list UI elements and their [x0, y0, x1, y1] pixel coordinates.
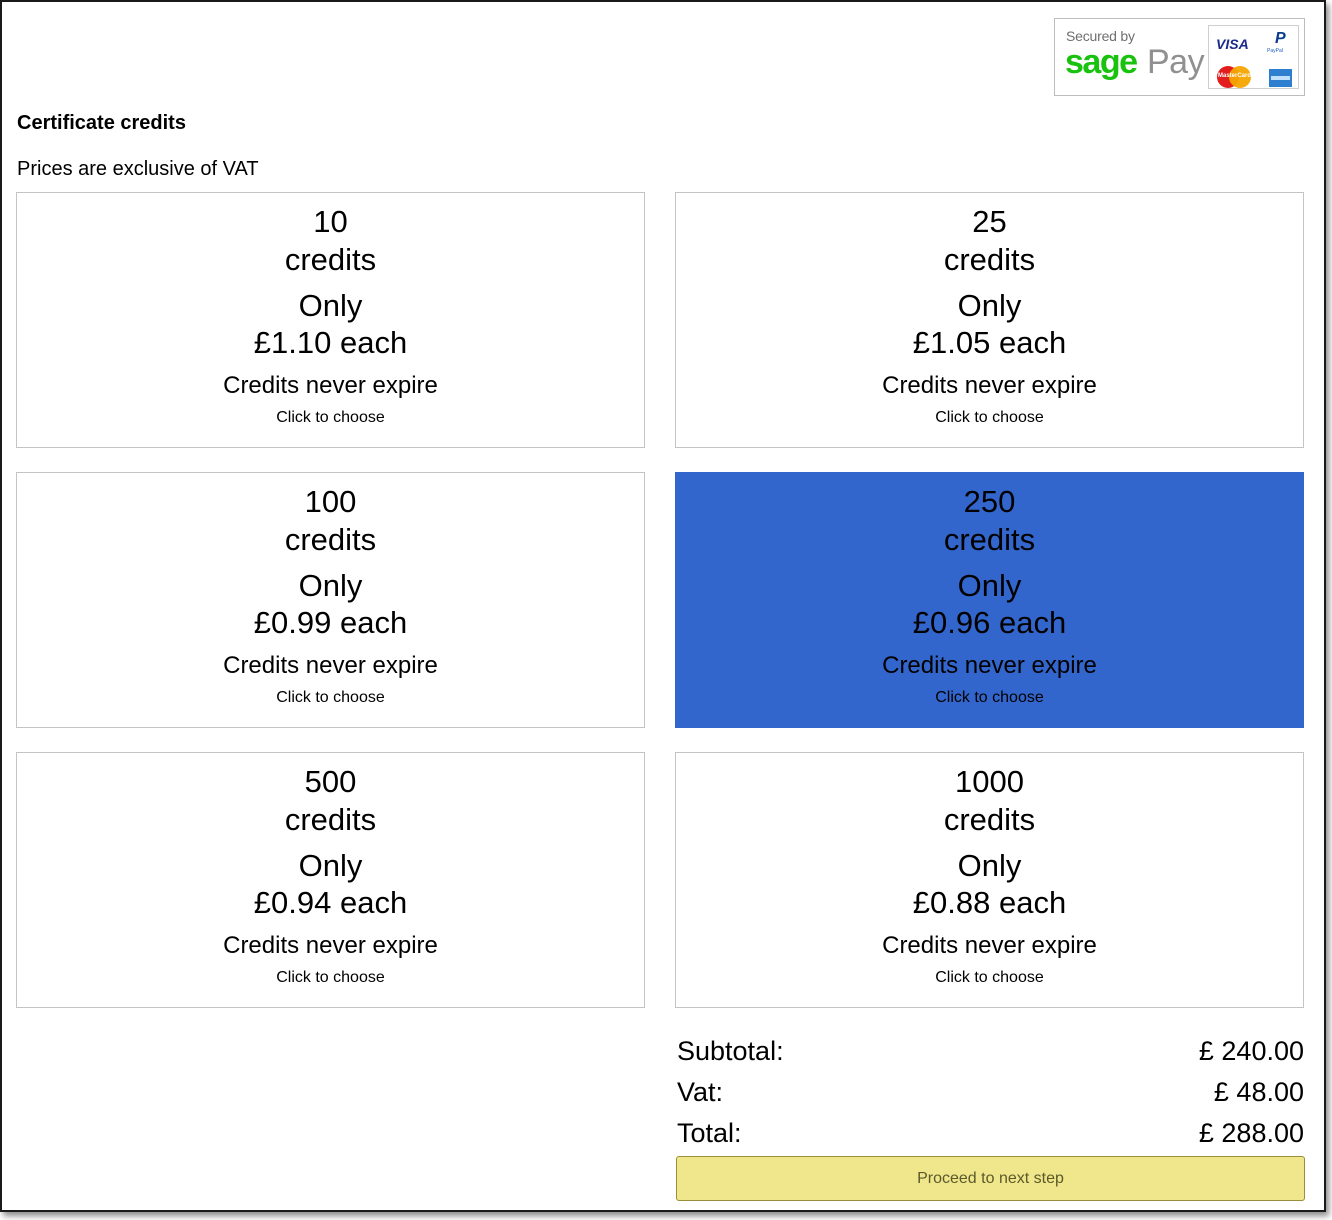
credit-package-25[interactable]: 25 credits Only £1.05 each Credits never… [675, 192, 1304, 448]
sage-logo-text: sage [1065, 43, 1138, 81]
package-only: Only [298, 848, 363, 883]
package-price: £0.94 each [253, 885, 408, 920]
package-cta: Click to choose [276, 689, 385, 706]
package-quantity: 500 [304, 764, 357, 799]
package-price: £0.88 each [912, 885, 1067, 920]
package-cta: Click to choose [935, 689, 1044, 706]
package-only: Only [957, 288, 1022, 323]
checkout-window: Secured by sage Pay VISA P PayPal Master… [0, 0, 1326, 1212]
credit-package-10[interactable]: 10 credits Only £1.10 each Credits never… [16, 192, 645, 448]
subtotal-row: Subtotal: £ 240.00 [677, 1036, 1304, 1072]
total-label: Total: [677, 1118, 742, 1148]
package-cta: Click to choose [276, 409, 385, 426]
mastercard-icon: MasterCard [1217, 66, 1251, 88]
sagepay-secure-badge: Secured by sage Pay VISA P PayPal Master… [1054, 18, 1305, 96]
subtotal-label: Subtotal: [677, 1036, 784, 1066]
total-row: Total: £ 288.00 [677, 1118, 1304, 1154]
package-unit: credits [943, 242, 1036, 277]
package-quantity: 25 [972, 204, 1007, 239]
package-only: Only [957, 568, 1022, 603]
package-unit: credits [943, 802, 1036, 837]
credit-package-500[interactable]: 500 credits Only £0.94 each Credits neve… [16, 752, 645, 1008]
package-only: Only [298, 288, 363, 323]
package-expiry-note: Credits never expire [882, 932, 1097, 959]
package-expiry-note: Credits never expire [223, 372, 438, 399]
credit-package-100[interactable]: 100 credits Only £0.99 each Credits neve… [16, 472, 645, 728]
package-expiry-note: Credits never expire [882, 652, 1097, 679]
package-unit: credits [284, 522, 377, 557]
package-price: £0.96 each [912, 605, 1067, 640]
amex-icon [1269, 69, 1292, 87]
vat-label: Vat: [677, 1077, 724, 1107]
credit-package-1000[interactable]: 1000 credits Only £0.88 each Credits nev… [675, 752, 1304, 1008]
package-quantity: 1000 [955, 764, 1024, 799]
proceed-button[interactable]: Proceed to next step [676, 1156, 1305, 1201]
package-quantity: 100 [304, 484, 357, 519]
package-unit: credits [284, 802, 377, 837]
subtotal-value: £ 240.00 [1198, 1036, 1304, 1066]
vat-value: £ 48.00 [1213, 1077, 1304, 1107]
secured-by-text: Secured by [1066, 28, 1135, 44]
package-cta: Click to choose [935, 969, 1044, 986]
package-quantity: 250 [963, 484, 1016, 519]
vat-row: Vat: £ 48.00 [677, 1077, 1304, 1113]
package-cta: Click to choose [935, 409, 1044, 426]
page-title: Certificate credits [17, 112, 186, 134]
package-price: £0.99 each [253, 605, 408, 640]
visa-icon: VISA [1216, 36, 1249, 52]
package-cta: Click to choose [276, 969, 385, 986]
pay-logo-text: Pay [1147, 43, 1205, 81]
package-only: Only [957, 848, 1022, 883]
accepted-cards: VISA P PayPal MasterCard [1208, 25, 1299, 89]
package-only: Only [298, 568, 363, 603]
vat-note: Prices are exclusive of VAT [17, 158, 259, 180]
package-unit: credits [284, 242, 377, 277]
credit-package-250[interactable]: 250 credits Only £0.96 each Credits neve… [675, 472, 1304, 728]
package-price: £1.10 each [253, 325, 408, 360]
package-unit: credits [943, 522, 1036, 557]
package-expiry-note: Credits never expire [223, 652, 438, 679]
total-value: £ 288.00 [1198, 1118, 1304, 1148]
package-price: £1.05 each [912, 325, 1067, 360]
package-quantity: 10 [313, 204, 348, 239]
paypal-icon: P PayPal [1267, 30, 1286, 54]
package-expiry-note: Credits never expire [882, 372, 1097, 399]
package-expiry-note: Credits never expire [223, 932, 438, 959]
